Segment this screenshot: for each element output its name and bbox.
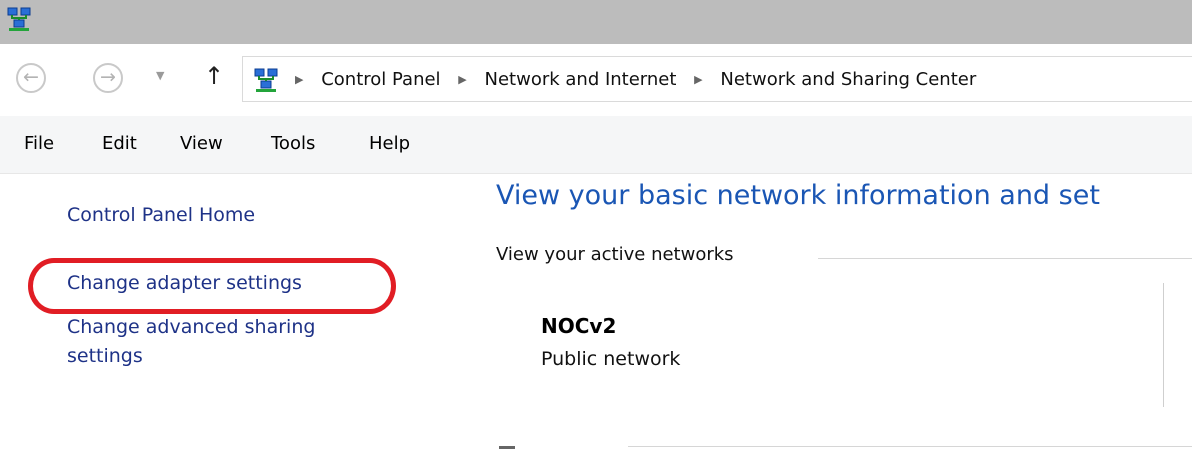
section-divider-bottom [628, 446, 1192, 447]
menu-edit[interactable]: Edit [102, 133, 137, 154]
up-arrow-icon: ↑ [204, 62, 225, 90]
active-networks-heading: View your active networks [496, 244, 734, 265]
cut-off-section-heading [499, 444, 559, 450]
breadcrumb-separator-icon[interactable]: ▶ [458, 73, 466, 86]
navigation-bar: ← → ▼ ↑ ▶ Control Panel ▶ Network and In… [0, 50, 1192, 110]
up-button[interactable]: ↑ [204, 62, 224, 90]
forward-button[interactable]: → [93, 63, 123, 93]
breadcrumb-separator-icon[interactable]: ▶ [694, 73, 702, 86]
network-sharing-icon [254, 68, 278, 92]
forward-arrow-icon: → [100, 66, 116, 88]
menu-view[interactable]: View [180, 133, 223, 154]
menu-tools[interactable]: Tools [271, 133, 315, 154]
network-name: NOCv2 [541, 314, 617, 338]
breadcrumb-control-panel[interactable]: Control Panel [321, 69, 440, 90]
window-titlebar [0, 0, 1192, 44]
menu-bar: File Edit View Tools Help [0, 116, 1192, 174]
network-type[interactable]: Public network [541, 348, 680, 370]
breadcrumb-network-and-internet[interactable]: Network and Internet [485, 69, 677, 90]
sidebar-item-change-adapter-settings[interactable]: Change adapter settings [67, 269, 302, 298]
address-bar[interactable]: ▶ Control Panel ▶ Network and Internet ▶… [242, 56, 1192, 102]
recent-locations-button[interactable]: ▼ [156, 69, 164, 82]
menu-file[interactable]: File [24, 133, 54, 154]
back-button[interactable]: ← [16, 63, 46, 93]
network-sharing-icon [7, 7, 31, 31]
breadcrumb: ▶ Control Panel ▶ Network and Internet ▶… [295, 69, 976, 90]
chevron-down-icon: ▼ [156, 69, 165, 82]
menu-help[interactable]: Help [369, 133, 410, 154]
page-title: View your basic network information and … [496, 180, 1100, 211]
sidebar-item-change-advanced-sharing-settings[interactable]: Change advanced sharing settings [67, 313, 387, 371]
breadcrumb-separator-icon[interactable]: ▶ [295, 73, 303, 86]
breadcrumb-network-and-sharing-center[interactable]: Network and Sharing Center [720, 69, 976, 90]
column-divider [1163, 283, 1164, 407]
sidebar-item-control-panel-home[interactable]: Control Panel Home [67, 201, 255, 230]
back-arrow-icon: ← [23, 66, 39, 88]
section-divider [818, 258, 1192, 259]
